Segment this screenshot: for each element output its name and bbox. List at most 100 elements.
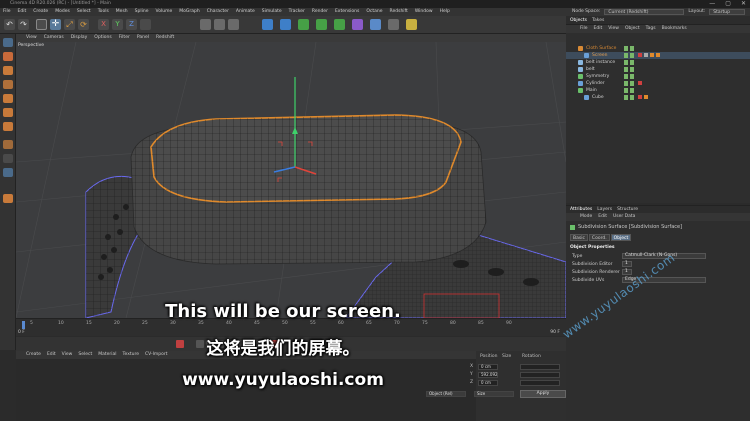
timeline-ruler[interactable]: 5 10 15 20 25 30 35 40 45 50 55 60 65 70…	[22, 321, 552, 329]
axis-mode-icon[interactable]	[3, 140, 13, 149]
playhead[interactable]	[22, 321, 25, 329]
subtab-coord[interactable]: Coord.	[588, 234, 610, 241]
points-mode-icon[interactable]	[3, 94, 13, 103]
floor-icon[interactable]	[370, 19, 381, 30]
enable-check-icon[interactable]	[630, 88, 634, 93]
material-tag-icon[interactable]	[638, 95, 642, 99]
x-axis-icon[interactable]: X	[98, 19, 109, 30]
deformer-icon[interactable]	[352, 19, 363, 30]
enable-check-icon[interactable]	[630, 46, 634, 51]
camera-icon[interactable]	[388, 19, 399, 30]
object-menu-edit[interactable]: Edit	[594, 25, 603, 33]
object-row-cylinder[interactable]: Cylinder	[566, 80, 750, 87]
edges-mode-icon[interactable]	[3, 108, 13, 117]
cloner-icon[interactable]	[334, 19, 345, 30]
tag-icon[interactable]	[656, 53, 660, 57]
coordinate-mode-select[interactable]: Object (Rel)	[426, 391, 466, 397]
material-tag-icon[interactable]	[638, 53, 642, 57]
visibility-dots[interactable]	[624, 60, 628, 65]
tweak-mode-icon[interactable]	[3, 154, 13, 163]
menu-modes[interactable]: Modes	[55, 8, 70, 16]
enable-check-icon[interactable]	[630, 60, 634, 65]
close-button[interactable]: ✕	[741, 0, 746, 8]
object-row-symmetry[interactable]: Symmetry	[566, 73, 750, 80]
minimize-button[interactable]: —	[709, 0, 715, 8]
object-row-cloth-surface[interactable]: Cloth Surface	[566, 45, 750, 52]
attributes-menu-mode[interactable]: Mode	[580, 213, 592, 221]
enable-check-icon[interactable]	[630, 95, 634, 100]
cloth-tag-icon[interactable]	[650, 53, 654, 57]
menu-volume[interactable]: Volume	[156, 8, 173, 16]
tab-objects[interactable]: Objects	[570, 16, 587, 25]
menu-help[interactable]: Help	[440, 8, 450, 16]
y-axis-icon[interactable]: Y	[112, 19, 123, 30]
cube-primitive-icon[interactable]	[262, 19, 273, 30]
snap-icon[interactable]	[3, 168, 13, 177]
object-menu-view[interactable]: View	[608, 25, 619, 33]
array-icon[interactable]	[316, 19, 327, 30]
rotate-tool-icon[interactable]: ⟳	[78, 19, 89, 30]
menu-extensions[interactable]: Extensions	[335, 8, 359, 16]
enable-check-icon[interactable]	[630, 74, 634, 79]
3d-viewport[interactable]: Perspective	[16, 42, 566, 318]
apply-button[interactable]: Apply	[520, 390, 566, 398]
undo-icon[interactable]: ↶	[4, 19, 15, 30]
subtab-basic[interactable]: Basic	[570, 234, 588, 241]
object-list[interactable]: Cloth Surface Screen belt instance belt …	[566, 33, 750, 203]
menu-octane[interactable]: Octane	[366, 8, 382, 16]
visibility-dots[interactable]	[624, 53, 628, 58]
menu-create[interactable]: Create	[33, 8, 48, 16]
live-selection-icon[interactable]	[36, 19, 47, 30]
texture-mode-icon[interactable]	[3, 66, 13, 75]
menu-tracker[interactable]: Tracker	[289, 8, 305, 16]
object-row-screen[interactable]: Screen	[566, 52, 750, 59]
menu-mesh[interactable]: Mesh	[116, 8, 128, 16]
menu-mograph[interactable]: MoGraph	[179, 8, 199, 16]
menu-simulate[interactable]: Simulate	[262, 8, 282, 16]
menu-file[interactable]: File	[3, 8, 11, 16]
object-menu-object[interactable]: Object	[625, 25, 640, 33]
prop-subdivision-editor-field[interactable]: 1	[622, 261, 632, 267]
material-tag-icon[interactable]	[638, 81, 642, 85]
visibility-dots[interactable]	[624, 67, 628, 72]
menu-spline[interactable]: Spline	[135, 8, 149, 16]
make-editable-icon[interactable]	[3, 38, 13, 47]
material-area[interactable]	[16, 359, 476, 421]
size-mode-select[interactable]: Size	[474, 391, 514, 397]
viewport-menu-cameras[interactable]: Cameras	[44, 34, 64, 42]
object-row-belt-instance[interactable]: belt instance	[566, 59, 750, 66]
viewport-menu-display[interactable]: Display	[71, 34, 88, 42]
object-row-main[interactable]: Main	[566, 87, 750, 94]
workplane-icon[interactable]	[3, 80, 13, 89]
object-menu-bookmarks[interactable]: Bookmarks	[662, 25, 687, 33]
model-mode-icon[interactable]	[3, 52, 13, 61]
scale-tool-icon[interactable]: ⤢	[64, 19, 75, 30]
polygons-mode-icon[interactable]	[3, 122, 13, 131]
enable-check-icon[interactable]	[630, 67, 634, 72]
attributes-menu-user-data[interactable]: User Data	[613, 213, 635, 221]
z-axis-icon[interactable]: Z	[126, 19, 137, 30]
light-icon[interactable]	[406, 19, 417, 30]
viewport-menu-redshift[interactable]: Redshift	[156, 34, 174, 42]
maximize-button[interactable]: ▢	[725, 0, 731, 8]
object-menu-file[interactable]: File	[580, 25, 588, 33]
visibility-dots[interactable]	[624, 46, 628, 51]
viewport-menu-view[interactable]: View	[26, 34, 37, 42]
prop-subdivision-renderer-field[interactable]: 1	[622, 269, 632, 275]
visibility-dots[interactable]	[624, 74, 628, 79]
tag-icon[interactable]	[644, 95, 648, 99]
move-tool-icon[interactable]: ✛	[50, 19, 61, 30]
phong-tag-icon[interactable]	[644, 53, 648, 57]
render-settings-icon[interactable]	[228, 19, 239, 30]
menu-window[interactable]: Window	[415, 8, 433, 16]
viewport-menu-options[interactable]: Options	[94, 34, 111, 42]
attributes-menu-edit[interactable]: Edit	[598, 213, 607, 221]
pen-spline-icon[interactable]	[280, 19, 291, 30]
redo-icon[interactable]: ↷	[18, 19, 29, 30]
object-row-belt[interactable]: belt	[566, 66, 750, 73]
visibility-dots[interactable]	[624, 88, 628, 93]
menu-render[interactable]: Render	[312, 8, 328, 16]
layout-select[interactable]: Startup	[709, 9, 746, 15]
viewport-menu-panel[interactable]: Panel	[137, 34, 149, 42]
enable-check-icon[interactable]	[630, 53, 634, 58]
